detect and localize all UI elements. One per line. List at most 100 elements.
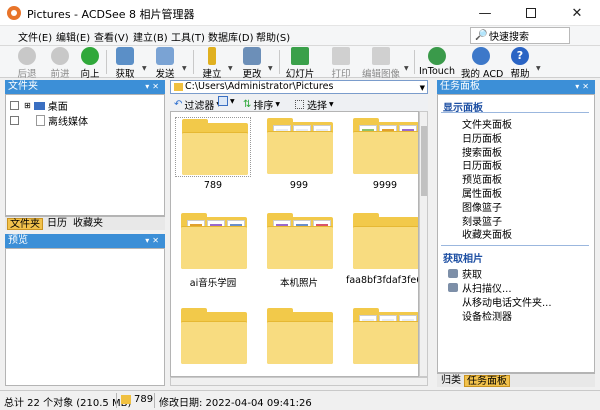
acquire-icon [116,47,134,65]
show-panel-item[interactable]: 预览面板 [462,171,502,186]
scrollbar-thumb[interactable] [421,126,427,196]
tab-calendar[interactable]: 日历 [45,218,69,230]
folders-panel: 文件夹 ▾✕ ⊞ 桌面 离线媒体 文件夹 日历 收藏夹 [5,80,165,230]
panel-controls[interactable]: ▾✕ [575,80,592,94]
tree-item-desktop[interactable]: ⊞ 桌面 [10,98,68,113]
get-photos-item[interactable]: 获取 [448,266,482,281]
thumbnail-item[interactable]: ai音乐学园 [174,210,252,289]
title-bar: Pictures - ACDSee 8 相片管理器 — ✕ [0,0,600,26]
menu-file[interactable]: 文件(E) [18,29,52,44]
filter-button[interactable]: ↶ 过滤器 ▼ [174,97,221,112]
show-panel-item[interactable]: 日历面板 [462,157,502,172]
modify-dropdown-arrow[interactable]: ▼ [268,65,273,72]
thumbnail-frame [261,307,337,367]
thumbnail-item[interactable]: 9999 [346,115,418,193]
get-photos-item[interactable]: 设备检测器 [462,308,512,323]
up-button[interactable]: 向上 [77,46,103,80]
tab-task-panel[interactable]: 任务面板 [464,375,510,387]
maximize-button[interactable] [508,0,554,26]
show-panel-item[interactable]: 收藏夹面板 [462,226,512,241]
acquire-dropdown-arrow[interactable]: ▼ [142,65,147,72]
show-panel-item[interactable]: 日历面板 [462,130,502,145]
thumbnail-item[interactable] [346,305,418,376]
task-panel: 任务面板 ▾✕ 显示面板 文件夹面板 日历面板 搜索面板 日历面板 预览面板 属性面板 图像… [437,80,595,387]
preview-area [5,248,165,386]
task-panel-body: 显示面板 文件夹面板 日历面板 搜索面板 日历面板 预览面板 属性面板 图像篮子 刻录篮子 收藏… [437,94,595,373]
preview-panel: 预览 ▾✕ [5,234,165,386]
thumbnail-label: 9999 [372,180,398,191]
toolbar-separator [414,50,415,74]
forward-button[interactable]: 前进 [45,46,75,80]
menu-create[interactable]: 建立(B) [133,29,168,44]
minimize-button[interactable]: — [462,0,508,26]
view-mode-button[interactable]: ▼ [218,96,235,106]
edit-image-button[interactable]: 编辑图像 [360,46,402,80]
checkbox[interactable] [10,101,19,110]
get-photos-item[interactable]: 从移动电话文件夹... [462,294,552,309]
checkbox[interactable] [10,116,19,125]
help-dropdown-arrow[interactable]: ▼ [536,65,541,72]
acquire-button[interactable]: 获取 [110,46,140,80]
folder-front [353,131,418,174]
thumbnail-item[interactable] [174,305,252,376]
slideshow-button[interactable]: 幻灯片 [283,46,317,80]
help-button[interactable]: ? 帮助 [507,46,533,80]
thumbnail-frame [347,117,418,177]
toolbar-separator [193,50,194,74]
intouch-button[interactable]: InTouch [418,46,456,78]
menu-database[interactable]: 数据库(D) [208,29,254,44]
menu-view[interactable]: 查看(V) [94,29,129,44]
thumbnail-item[interactable]: 789 [174,115,252,193]
folder-front [267,321,333,364]
thumbnail-item[interactable]: 本机照片 [260,210,338,289]
thumbnail-item[interactable] [260,305,338,376]
path-bar[interactable]: C:\Users\Administrator\Pictures ▼ [170,80,428,94]
thumbnail-item[interactable]: 999 [260,115,338,193]
back-button[interactable]: 后退 [12,46,42,80]
select-button[interactable]: 选择 ▼ [295,97,334,112]
sort-button[interactable]: ⇅ 排序 ▼ [243,97,280,112]
path-dropdown-arrow[interactable]: ▼ [420,82,425,94]
thumbnail-label: faa8bf3fdaf3fe65... [346,275,418,286]
get-photos-item[interactable]: 从扫描仪... [448,280,512,295]
menu-tools[interactable]: 工具(T) [171,29,205,44]
tab-categories[interactable]: 归类 [439,375,463,387]
send-dropdown-arrow[interactable]: ▼ [182,65,187,72]
expand-icon[interactable]: ⊞ [24,101,31,110]
show-panel-item[interactable]: 图像篮子 [462,199,502,214]
create-icon [208,47,216,65]
thumbnail-frame [261,117,337,177]
menu-help[interactable]: 帮助(S) [256,29,290,44]
thumbnail-label: 789 [203,180,223,191]
quick-search-box[interactable]: 🔎 快速搜索 [470,27,570,44]
show-panel-item[interactable]: 搜索面板 [462,144,502,159]
edit-image-dropdown-arrow[interactable]: ▼ [404,65,409,72]
send-button[interactable]: 发送 [150,46,180,80]
menu-edit[interactable]: 编辑(E) [56,29,90,44]
create-button[interactable]: 建立 [197,46,227,80]
show-panel-item[interactable]: 属性面板 [462,185,502,200]
thumbnail-grid: 7899999999ai音乐学园本机照片faa8bf3fdaf3fe65... [170,111,419,377]
status-selected: 789 [121,394,153,405]
my-acd-button[interactable]: 我的 ACD [461,46,503,80]
vertical-scrollbar[interactable] [419,111,428,377]
modify-button[interactable]: 更改 [237,46,267,80]
tab-favorites[interactable]: 收藏夹 [71,218,105,230]
show-panel-item[interactable]: 文件夹面板 [462,116,512,131]
horizontal-scrollbar[interactable] [170,377,428,386]
tree-item-offline-media[interactable]: 离线媒体 [10,113,88,128]
select-icon [295,100,304,109]
sort-icon: ⇅ [243,99,252,110]
printer-icon [332,47,350,65]
panel-controls[interactable]: ▾✕ [145,80,162,94]
create-dropdown-arrow[interactable]: ▼ [228,65,233,72]
folder-front [267,226,333,269]
thumbnail-item[interactable]: faa8bf3fdaf3fe65... [346,210,418,288]
panel-controls[interactable]: ▾✕ [145,234,162,248]
print-button[interactable]: 打印 [326,46,356,80]
tab-folders[interactable]: 文件夹 [7,218,43,230]
close-button[interactable]: ✕ [554,0,600,26]
view-grid-icon [218,96,228,106]
show-panel-item[interactable]: 刻录篮子 [462,213,502,228]
app-icon [7,6,21,20]
